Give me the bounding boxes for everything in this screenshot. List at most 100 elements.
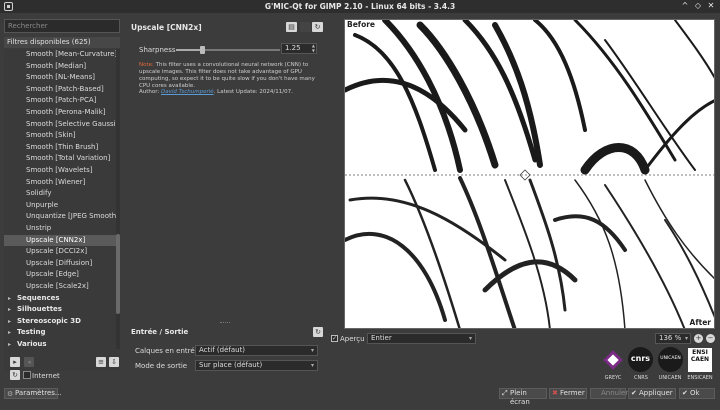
- unicaen-logo: UNICAEN: [658, 347, 683, 372]
- ensicaen-label: ENSICAEN: [687, 375, 713, 381]
- tree-item[interactable]: Upscale [DCCI2x]: [4, 246, 120, 258]
- tree-category[interactable]: Sequences: [4, 293, 120, 305]
- io-section-header: Entrée / Sortie ↻: [131, 326, 324, 338]
- zoom-out-icon[interactable]: −: [706, 334, 715, 343]
- cnrs-logo: cnrs: [628, 347, 653, 372]
- greyc-logo: [600, 348, 626, 372]
- tree-item[interactable]: Smooth [Wavelets]: [4, 165, 120, 177]
- chevron-down-icon: ▾: [310, 362, 314, 369]
- tree-item[interactable]: Smooth [Selective Gaussian]: [4, 119, 120, 131]
- tree-item[interactable]: Smooth [Patch-Based]: [4, 84, 120, 96]
- internet-checkbox[interactable]: [23, 371, 31, 379]
- preview-label: Aperçu: [340, 335, 365, 343]
- sharpness-slider-fill: [176, 49, 202, 51]
- tree-item[interactable]: Smooth [Wiener]: [4, 177, 120, 189]
- apply-icon: ✔: [631, 389, 637, 397]
- settings-button[interactable]: ⚙ Paramètres...: [4, 388, 62, 399]
- tree-category[interactable]: Stereoscopic 3D: [4, 316, 120, 328]
- input-layers-select[interactable]: Actif (défaut) ▾: [195, 345, 318, 356]
- filters-tree-scrollbar[interactable]: [116, 49, 120, 349]
- maximize-button[interactable]: ◇: [693, 1, 703, 11]
- io-title: Entrée / Sortie: [131, 328, 189, 336]
- sharpness-slider[interactable]: [176, 46, 280, 54]
- tree-item[interactable]: Smooth [NL-Means]: [4, 72, 120, 84]
- chevron-down-icon: ▾: [468, 335, 472, 342]
- filters-panel: Rechercher Filtres disponibles (625) Smo…: [4, 19, 120, 371]
- greyc-label: GREYC: [604, 375, 622, 381]
- filter-params-panel: Upscale [CNN2x] ▤ ↻ Sharpness 1.25 ▲ ▼ No…: [131, 19, 324, 319]
- reset-params-icon[interactable]: ↻: [312, 22, 323, 32]
- ok-button[interactable]: ✔ Ok: [679, 388, 715, 399]
- tree-category[interactable]: Testing: [4, 327, 120, 339]
- filters-tree-header[interactable]: Filtres disponibles (625): [4, 37, 120, 48]
- filter-title: Upscale [CNN2x]: [131, 23, 202, 32]
- output-mode-label: Mode de sortie: [135, 362, 188, 370]
- close-button[interactable]: ✖ Fermer: [549, 388, 587, 399]
- tree-category[interactable]: Various: [4, 339, 120, 351]
- tree-item[interactable]: Upscale [CNN2x]: [4, 234, 120, 247]
- sharpness-label: Sharpness: [139, 46, 176, 54]
- chevron-down-icon: ▾: [684, 335, 688, 342]
- logos: GREYC cnrs CNRS UNICAEN UNICAEN ENSI CAE…: [600, 347, 715, 387]
- filter-note: Note: This filter uses a convolutional n…: [139, 62, 315, 89]
- expand-all-icon[interactable]: ≡: [96, 357, 106, 367]
- zoom-input[interactable]: 136 % ▾: [655, 333, 691, 344]
- refresh-filters-icon[interactable]: ↻: [10, 370, 20, 380]
- after-label: After: [689, 318, 711, 327]
- tree-item[interactable]: Upscale [Edge]: [4, 269, 120, 281]
- sharpness-slider-handle[interactable]: [200, 46, 205, 54]
- tree-item[interactable]: Smooth [Patch-PCA]: [4, 95, 120, 107]
- preview-area[interactable]: Before After: [344, 19, 715, 329]
- tree-item[interactable]: Unstrip: [4, 223, 120, 235]
- tree-category[interactable]: Silhouettes: [4, 304, 120, 316]
- tree-item[interactable]: Smooth [Median]: [4, 61, 120, 73]
- preview-image: [345, 20, 714, 328]
- ok-icon: ✔: [682, 389, 688, 397]
- splitter-handle[interactable]: [220, 322, 230, 324]
- scrollbar-thumb[interactable]: [116, 234, 120, 314]
- close-window-button[interactable]: ✕: [706, 1, 716, 11]
- tree-item[interactable]: Smooth [Perona-Malik]: [4, 107, 120, 119]
- apply-button[interactable]: ✔ Appliquer: [628, 388, 676, 399]
- search-input[interactable]: Rechercher: [4, 19, 120, 33]
- spin-arrows-icon[interactable]: ▲ ▼: [312, 43, 315, 53]
- tree-item[interactable]: Unquantize [JPEG Smooth]: [4, 211, 120, 223]
- favorite-icon[interactable]: [300, 22, 311, 32]
- author-link[interactable]: David Tschumperlé: [161, 89, 214, 95]
- copy-command-icon[interactable]: ▤: [286, 22, 297, 32]
- tree-item[interactable]: Upscale [Diffusion]: [4, 258, 120, 270]
- faves-add-icon[interactable]: ▸: [10, 357, 20, 367]
- zoom-in-icon[interactable]: +: [694, 334, 703, 343]
- tree-item[interactable]: Solidify: [4, 188, 120, 200]
- download-icon[interactable]: ⇩: [109, 357, 119, 367]
- output-mode-select[interactable]: Sur place (défaut) ▾: [195, 360, 318, 371]
- preview-mode-select[interactable]: Entier ▾: [367, 333, 476, 344]
- ensicaen-logo: ENSI CAEN: [688, 348, 712, 372]
- before-label: Before: [347, 20, 376, 29]
- tree-item[interactable]: Smooth [Skin]: [4, 130, 120, 142]
- fullscreen-button[interactable]: ⤢ Plein écran: [499, 388, 547, 406]
- gmic-window: G'MIC-Qt for GIMP 2.10 - Linux 64 bits -…: [0, 0, 720, 410]
- io-reset-icon[interactable]: ↻: [313, 327, 323, 337]
- unicaen-label: UNICAEN: [658, 375, 682, 381]
- tree-item[interactable]: Smooth [Total Variation]: [4, 153, 120, 165]
- cnrs-label: CNRS: [634, 375, 648, 381]
- cancel-button[interactable]: Annuler: [590, 388, 628, 399]
- internet-label: Internet: [32, 372, 60, 380]
- sharpness-spinbox[interactable]: 1.25 ▲ ▼: [281, 43, 317, 54]
- settings-icon: ⚙: [7, 390, 14, 398]
- tree-item[interactable]: Smooth [Thin Brush]: [4, 142, 120, 154]
- filters-tree: Smooth [Mean-Curvature] Smooth [Median] Sm…: [4, 49, 120, 371]
- preview-checkbox[interactable]: ✓: [331, 335, 338, 342]
- input-layers-label: Calques en entrée: [135, 347, 199, 355]
- window-title: G'MIC-Qt for GIMP 2.10 - Linux 64 bits -…: [264, 2, 456, 11]
- tree-item[interactable]: Upscale [Scale2x]: [4, 281, 120, 293]
- faves-remove-icon[interactable]: ◂: [24, 357, 34, 367]
- tree-item[interactable]: Smooth [Mean-Curvature]: [4, 49, 120, 61]
- chevron-down-icon: ▾: [310, 347, 314, 354]
- tree-item[interactable]: Unpurple: [4, 200, 120, 212]
- filter-author: Author: David Tschumperlé. Latest Update…: [139, 89, 293, 95]
- fullscreen-icon: ⤢: [502, 389, 508, 397]
- minimize-button[interactable]: ^: [680, 1, 690, 11]
- title-bar: G'MIC-Qt for GIMP 2.10 - Linux 64 bits -…: [0, 0, 720, 13]
